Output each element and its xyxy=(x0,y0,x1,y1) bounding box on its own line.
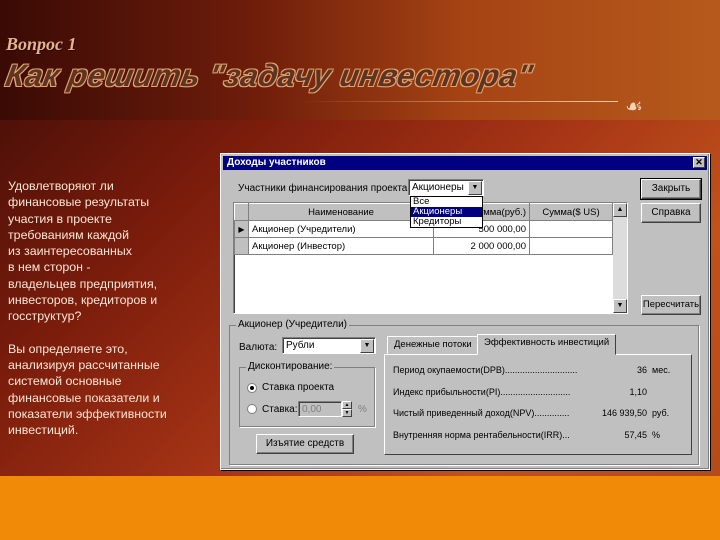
rate-input[interactable]: 0,00 xyxy=(298,401,342,417)
spin-down-icon[interactable]: ▼ xyxy=(342,409,352,417)
metric-dpb-label: Период окупаемости(DPB).................… xyxy=(393,365,578,375)
table-row[interactable]: Акционер (Инвестор) 2 000 000,00 xyxy=(234,237,613,255)
participants-income-dialog: Доходы участников ✕ Участники финансиров… xyxy=(220,153,710,470)
cell-usd[interactable] xyxy=(529,237,613,255)
participants-combo-value: Акционеры xyxy=(412,182,464,193)
participant-group-title: Акционер (Учредители) xyxy=(236,319,350,330)
participants-combo[interactable]: Акционеры ▼ xyxy=(408,179,484,196)
participants-label: Участники финансирования проекта: xyxy=(238,183,411,194)
metric-dpb-unit: мес. xyxy=(652,365,671,375)
discount-group-title: Дисконтирование: xyxy=(246,361,335,372)
cell-usd[interactable] xyxy=(529,220,613,238)
currency-combo[interactable]: Рубли ▼ xyxy=(282,337,376,354)
column-header-usd[interactable]: Сумма($ US) xyxy=(529,203,613,221)
metric-irr-label: Внутренняя норма рентабельности(IRR)... xyxy=(393,430,570,440)
participants-dropdown-list[interactable]: Все Акционеры Кредиторы xyxy=(410,196,483,228)
dropdown-option[interactable]: Кредиторы xyxy=(411,217,482,227)
close-button[interactable]: Закрыть xyxy=(640,178,702,200)
currency-label: Валюта: xyxy=(239,342,278,353)
currency-combo-value: Рубли xyxy=(286,340,315,351)
dialog-titlebar: Доходы участников ✕ xyxy=(223,156,707,170)
body-paragraph-1: Удовлетворяют ли финансовые результаты у… xyxy=(8,179,158,324)
scroll-up-icon[interactable]: ▲ xyxy=(613,203,627,217)
metric-npv-unit: руб. xyxy=(652,408,670,418)
column-header-name[interactable]: Наименование xyxy=(248,203,434,221)
recalculate-button[interactable]: Пересчитать xyxy=(641,295,701,315)
tab-investment-efficiency[interactable]: Эффективность инвестиций xyxy=(477,334,617,355)
row-pointer-icon: ▶ xyxy=(234,220,249,238)
body-paragraph-2: Вы определяете это, анализируя рассчитан… xyxy=(8,341,167,438)
metric-irr-unit: % xyxy=(652,430,661,440)
metric-pi-label: Индекс прибыльности(PI).................… xyxy=(393,387,571,397)
cell-rub[interactable]: 2 000 000,00 xyxy=(433,237,530,255)
tab-cash-flows[interactable]: Денежные потоки xyxy=(387,336,479,354)
discount-groupbox: Дисконтирование: xyxy=(239,361,375,427)
spin-up-icon[interactable]: ▲ xyxy=(342,401,352,409)
rate-spinner[interactable]: ▲ ▼ xyxy=(342,401,352,417)
metric-irr-value: 57,45 xyxy=(624,430,647,440)
help-button[interactable]: Справка xyxy=(641,203,701,223)
cell-name[interactable]: Акционер (Инвестор) xyxy=(248,237,434,255)
cell-name[interactable]: Акционер (Учредители) xyxy=(248,220,434,238)
metric-npv-value: 146 939,50 xyxy=(601,408,647,418)
close-icon[interactable]: ✕ xyxy=(693,157,705,168)
table-scrollbar[interactable]: ▲ ▼ xyxy=(613,203,627,313)
slide-body-text: Удовлетворяют ли финансовые результаты у… xyxy=(8,178,214,454)
metric-pi-value: 1,10 xyxy=(629,387,647,397)
ornament-icon: ☙ xyxy=(625,96,643,118)
custom-rate-label: Ставка: xyxy=(262,404,298,415)
row-indicator xyxy=(234,237,249,255)
withdraw-funds-button[interactable]: Изъятие средств xyxy=(256,434,354,454)
slide-pretitle: Вопрос 1 xyxy=(6,34,77,54)
chevron-down-icon[interactable]: ▼ xyxy=(468,181,482,195)
dialog-title: Доходы участников xyxy=(227,157,326,168)
title-underline xyxy=(300,101,618,102)
rate-unit: % xyxy=(358,404,367,415)
row-indicator-header xyxy=(234,203,249,221)
metric-dpb-value: 36 xyxy=(636,365,647,375)
rate-input-value: 0,00 xyxy=(302,404,322,415)
project-rate-radio[interactable] xyxy=(247,383,257,393)
scroll-down-icon[interactable]: ▼ xyxy=(613,299,627,313)
project-rate-label: Ставка проекта xyxy=(262,382,335,393)
slide-title: Как решить "задачу инвестора" xyxy=(3,58,536,93)
metric-npv-label: Чистый приведенный доход(NPV)...........… xyxy=(393,408,570,418)
chevron-down-icon[interactable]: ▼ xyxy=(360,339,374,353)
slide-footer-band xyxy=(0,476,720,540)
custom-rate-radio[interactable] xyxy=(247,404,257,414)
